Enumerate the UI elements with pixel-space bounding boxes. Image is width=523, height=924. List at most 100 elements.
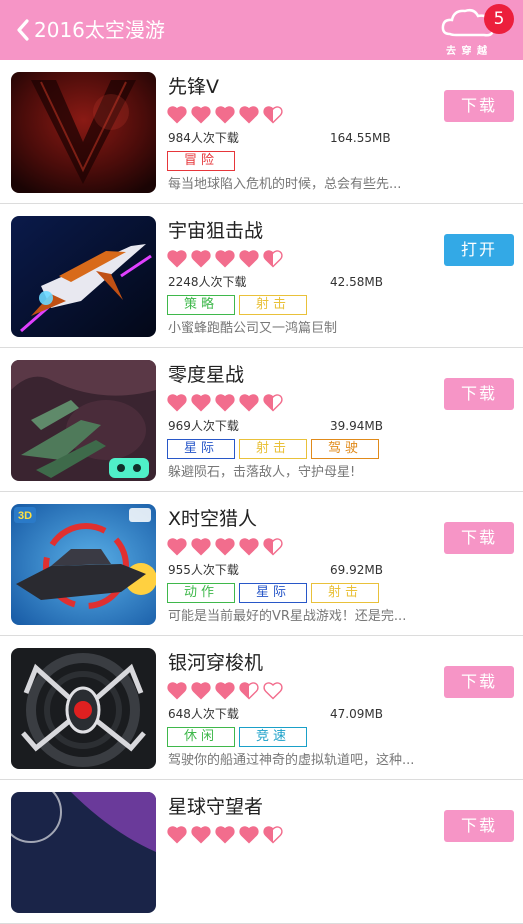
app-name: 宇宙狙击战	[168, 220, 264, 242]
spider-robot-thumbnail	[11, 648, 156, 769]
list-item[interactable]: 银河穿梭机 648人次下载 47.09MB 休闲 竞速 驾驶你的船通过神奇的虚拟轨…	[0, 636, 523, 780]
heart-full-icon	[167, 394, 187, 412]
download-button[interactable]: 下载	[444, 522, 514, 554]
app-thumbnail	[11, 360, 156, 481]
heart-full-icon	[191, 826, 211, 844]
rating-stars	[167, 681, 283, 701]
heart-empty-icon	[263, 682, 283, 700]
download-button[interactable]: 下载	[444, 378, 514, 410]
file-size: 164.55MB	[330, 131, 391, 145]
tag-list: 冒险	[167, 151, 235, 171]
download-count: 984人次下载	[168, 131, 239, 145]
app-name: X时空猎人	[168, 508, 258, 530]
go-travel-button[interactable]: 去 穿 越 5	[440, 4, 514, 57]
heart-full-icon	[191, 106, 211, 124]
heart-full-icon	[191, 394, 211, 412]
tag-list: 星际 射击 驾驶	[167, 439, 379, 459]
fighter-jet-thumbnail	[11, 216, 156, 337]
list-item[interactable]: 零度星战 969人次下载 39.94MB 星际 射击 驾驶 躲避陨石，击落敌人，守护…	[0, 348, 523, 492]
download-count: 648人次下载	[168, 707, 239, 721]
category-tag: 竞速	[239, 727, 307, 747]
category-tag: 星际	[239, 583, 307, 603]
app-description: 小蜜蜂跑酷公司又一鸿篇巨制	[168, 321, 338, 336]
list-item[interactable]: 先锋V 984人次下载 164.55MB 冒险 每当地球陷入危机的时候，总会有些…	[0, 60, 523, 204]
page-title: 2016太空漫游	[34, 18, 165, 42]
heart-half-icon	[239, 682, 259, 700]
heart-full-icon	[215, 682, 235, 700]
heart-full-icon	[239, 538, 259, 556]
rating-stars	[167, 249, 283, 269]
app-thumbnail	[11, 216, 156, 337]
heart-half-icon	[263, 394, 283, 412]
file-size: 42.58MB	[330, 275, 383, 289]
file-size: 69.92MB	[330, 563, 383, 577]
heart-full-icon	[191, 250, 211, 268]
app-description: 驾驶你的船通过神奇的虚拟轨道吧，这种...	[168, 753, 415, 768]
red-v-logo-thumbnail	[11, 72, 156, 193]
app-description: 每当地球陷入危机的时候，总会有些先...	[168, 177, 402, 192]
app-name: 银河穿梭机	[168, 652, 264, 674]
heart-half-icon	[263, 826, 283, 844]
3d-battleship-thumbnail: 3D	[11, 504, 156, 625]
heart-half-icon	[263, 106, 283, 124]
list-item[interactable]: 星球守望者 下载	[0, 780, 523, 924]
heart-full-icon	[239, 394, 259, 412]
app-thumbnail	[11, 72, 156, 193]
app-thumbnail	[11, 648, 156, 769]
go-travel-label: 去 穿 越	[446, 46, 488, 57]
app-name: 先锋V	[168, 76, 219, 98]
app-name: 星球守望者	[168, 796, 264, 818]
category-tag: 射击	[311, 583, 379, 603]
heart-full-icon	[167, 826, 187, 844]
download-button[interactable]: 下载	[444, 90, 514, 122]
app-header: 2016太空漫游 去 穿 越 5	[0, 0, 523, 60]
rating-stars	[167, 393, 283, 413]
category-tag: 星际	[167, 439, 235, 459]
heart-full-icon	[239, 106, 259, 124]
tag-list: 动作 星际 射击	[167, 583, 379, 603]
spaceship-asteroids-thumbnail	[11, 360, 156, 481]
category-tag: 动作	[167, 583, 235, 603]
planet-watcher-thumbnail	[11, 792, 156, 913]
category-tag: 射击	[239, 439, 307, 459]
heart-full-icon	[215, 250, 235, 268]
list-item[interactable]: 3D X时空猎人 955人次下载 69.92MB 动作 星际 射击 可能是当前最好的…	[0, 492, 523, 636]
thumb-3d-label: 3D	[18, 510, 32, 522]
notification-badge: 5	[484, 4, 514, 34]
rating-stars	[167, 537, 283, 557]
heart-half-icon	[263, 250, 283, 268]
category-tag: 休闲	[167, 727, 235, 747]
category-tag: 冒险	[167, 151, 235, 171]
app-thumbnail	[11, 792, 156, 913]
download-button[interactable]: 下载	[444, 666, 514, 698]
heart-full-icon	[239, 250, 259, 268]
heart-full-icon	[191, 682, 211, 700]
download-button[interactable]: 下载	[444, 810, 514, 842]
app-list: 先锋V 984人次下载 164.55MB 冒险 每当地球陷入危机的时候，总会有些…	[0, 60, 523, 924]
heart-full-icon	[239, 826, 259, 844]
heart-full-icon	[167, 682, 187, 700]
heart-full-icon	[167, 106, 187, 124]
rating-stars	[167, 105, 283, 125]
tag-list: 休闲 竞速	[167, 727, 307, 747]
heart-full-icon	[167, 538, 187, 556]
rating-stars	[167, 825, 283, 845]
tag-list: 策略 射击	[167, 295, 307, 315]
open-button[interactable]: 打开	[444, 234, 514, 266]
category-tag: 驾驶	[311, 439, 379, 459]
download-count: 2248人次下载	[168, 275, 247, 289]
file-size: 47.09MB	[330, 707, 383, 721]
category-tag: 策略	[167, 295, 235, 315]
download-count: 969人次下载	[168, 419, 239, 433]
app-description: 躲避陨石，击落敌人，守护母星!	[168, 465, 356, 480]
download-count: 955人次下载	[168, 563, 239, 577]
heart-full-icon	[215, 538, 235, 556]
heart-full-icon	[191, 538, 211, 556]
list-item[interactable]: 宇宙狙击战 2248人次下载 42.58MB 策略 射击 小蜜蜂跑酷公司又一鸿篇巨…	[0, 204, 523, 348]
app-description: 可能是当前最好的VR星战游戏！还是完...	[168, 609, 407, 624]
app-thumbnail: 3D	[11, 504, 156, 625]
heart-full-icon	[215, 394, 235, 412]
heart-full-icon	[215, 826, 235, 844]
heart-half-icon	[263, 538, 283, 556]
heart-full-icon	[215, 106, 235, 124]
